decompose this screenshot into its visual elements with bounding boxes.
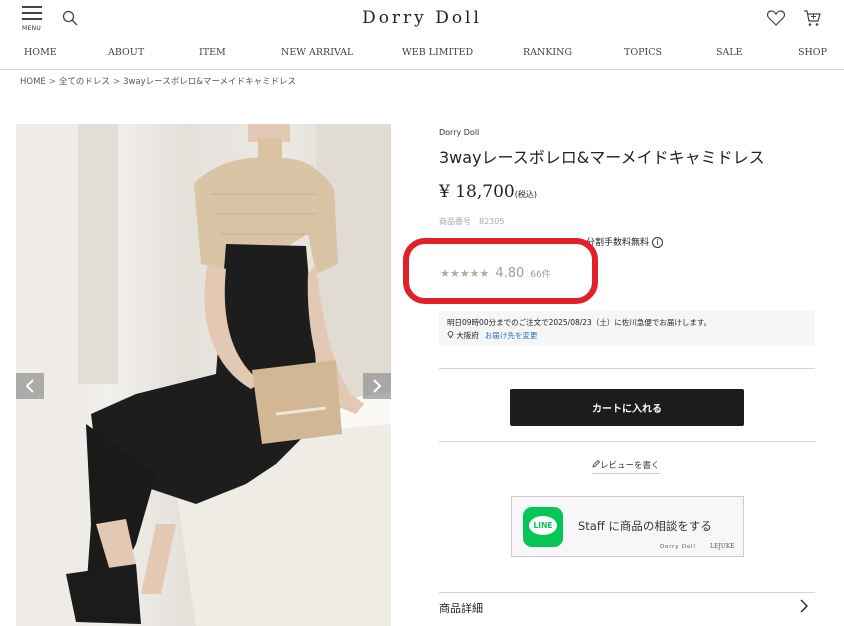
delivery-message: 明日09時00分までのご注文で2025/08/23（土）に佐川急便でお届けします… <box>447 318 712 327</box>
breadcrumb-home[interactable]: HOME <box>20 77 46 87</box>
site-header: MENU Dorry Doll HOME ABOUT ITEM NEW ARRI… <box>0 0 844 70</box>
line-logo-text: LINE <box>533 521 553 530</box>
heart-icon[interactable] <box>766 10 787 28</box>
write-review-label: レビューを書く <box>600 461 660 471</box>
nav-shop[interactable]: SHOP <box>798 47 827 58</box>
add-to-cart-button[interactable]: カートに入れる <box>510 389 744 426</box>
nav-sale[interactable]: SALE <box>716 47 743 58</box>
product-details-toggle[interactable]: 商品詳細 <box>439 599 815 616</box>
line-banner-brand-secondary: LEJUKE <box>710 543 735 550</box>
brand-name[interactable]: Dorry Doll <box>439 128 479 137</box>
nav-home[interactable]: HOME <box>24 47 57 58</box>
installment-text: 分割手数料無料 <box>586 238 650 248</box>
rating-count[interactable]: 66件 <box>530 270 550 280</box>
line-banner-brand: Dorry Doll <box>660 544 696 550</box>
product-details-label: 商品詳細 <box>439 602 483 615</box>
next-image-button[interactable] <box>363 373 391 399</box>
write-review-link[interactable]: レビューを書く <box>592 459 660 474</box>
line-consult-banner[interactable]: LINE Staff に商品の相談をする Dorry Doll LEJUKE <box>511 496 744 557</box>
price-value: ¥ 18,700 <box>439 182 515 202</box>
nav-item[interactable]: ITEM <box>199 47 226 58</box>
breadcrumb-category[interactable]: 全てのドレス <box>59 77 110 87</box>
installment-note: 分割手数料無料 i <box>586 235 664 248</box>
product-photo-illustration <box>16 124 391 626</box>
chevron-right-icon <box>373 379 382 393</box>
site-logo[interactable]: Dorry Doll <box>0 8 844 28</box>
delivery-info: 明日09時00分までのご注文で2025/08/23（土）に佐川急便でお届けします… <box>439 311 815 346</box>
nav-ranking[interactable]: RANKING <box>523 47 572 58</box>
info-icon[interactable]: i <box>652 237 664 248</box>
change-address-link[interactable]: お届け先を変更 <box>485 331 538 340</box>
line-logo-icon: LINE <box>523 507 563 547</box>
product-price: ¥ 18,700(税込) <box>439 182 537 202</box>
line-banner-text: Staff に商品の相談をする <box>578 519 712 533</box>
tax-note: (税込) <box>514 190 537 199</box>
divider <box>439 592 815 593</box>
chevron-left-icon <box>25 379 34 393</box>
divider <box>439 368 815 369</box>
cart-icon[interactable] <box>803 9 823 29</box>
nav-new-arrival[interactable]: NEW ARRIVAL <box>281 47 353 58</box>
delivery-location: 大阪府 <box>456 331 479 340</box>
nav-about[interactable]: ABOUT <box>108 47 144 58</box>
pencil-icon <box>592 459 601 468</box>
delivery-location-row: 大阪府 お届け先を変更 <box>447 330 537 341</box>
chevron-right-icon <box>800 599 808 613</box>
nav-web-limited[interactable]: WEB LIMITED <box>402 47 473 58</box>
nav-topics[interactable]: TOPICS <box>624 47 662 58</box>
location-pin-icon <box>447 331 454 339</box>
main-nav: HOME ABOUT ITEM NEW ARRIVAL WEB LIMITED … <box>0 47 844 61</box>
rating-score: 4.80 <box>495 266 525 281</box>
product-title: 3wayレースボレロ&マーメイドキャミドレス <box>439 148 765 167</box>
breadcrumb-current: 3wayレースボレロ&マーメイドキャミドレス <box>123 77 297 87</box>
breadcrumb: HOME > 全てのドレス >3wayレースボレロ&マーメイドキャミドレス <box>20 77 297 87</box>
product-code: 商品番号 82305 <box>439 217 505 226</box>
product-image[interactable] <box>16 124 391 626</box>
prev-image-button[interactable] <box>16 373 44 399</box>
rating-stars: ★★★★★ <box>440 267 490 280</box>
product-rating[interactable]: ★★★★★ 4.80 66件 <box>440 266 551 281</box>
divider <box>439 441 815 442</box>
